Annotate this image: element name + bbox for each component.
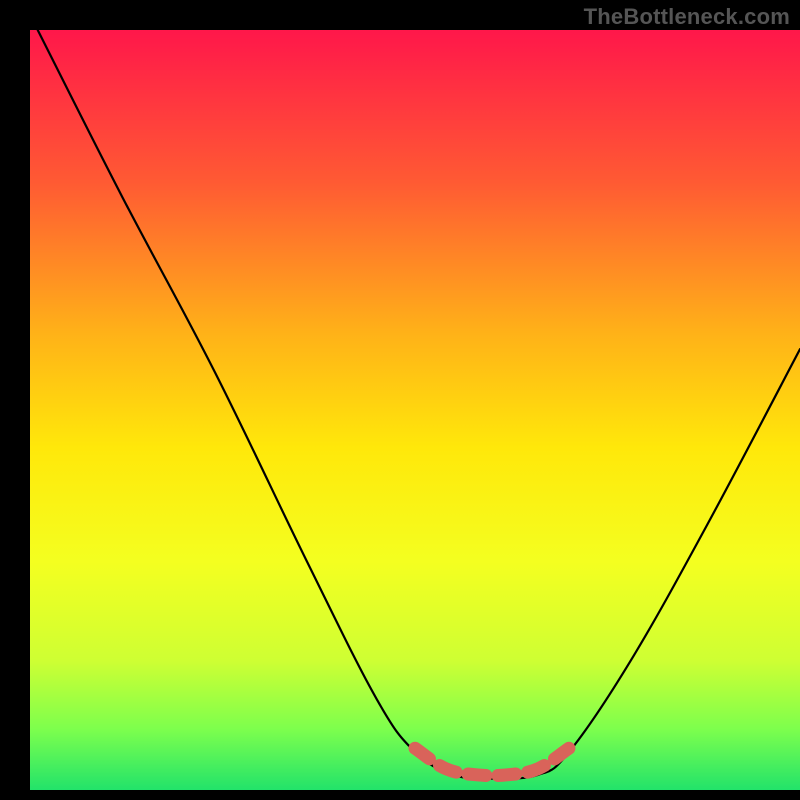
- watermark-text: TheBottleneck.com: [584, 4, 790, 30]
- bottleneck-chart: [0, 0, 800, 800]
- frame-bottom: [0, 790, 800, 800]
- frame-left: [0, 0, 30, 800]
- plot-background: [30, 30, 800, 790]
- chart-frame: TheBottleneck.com: [0, 0, 800, 800]
